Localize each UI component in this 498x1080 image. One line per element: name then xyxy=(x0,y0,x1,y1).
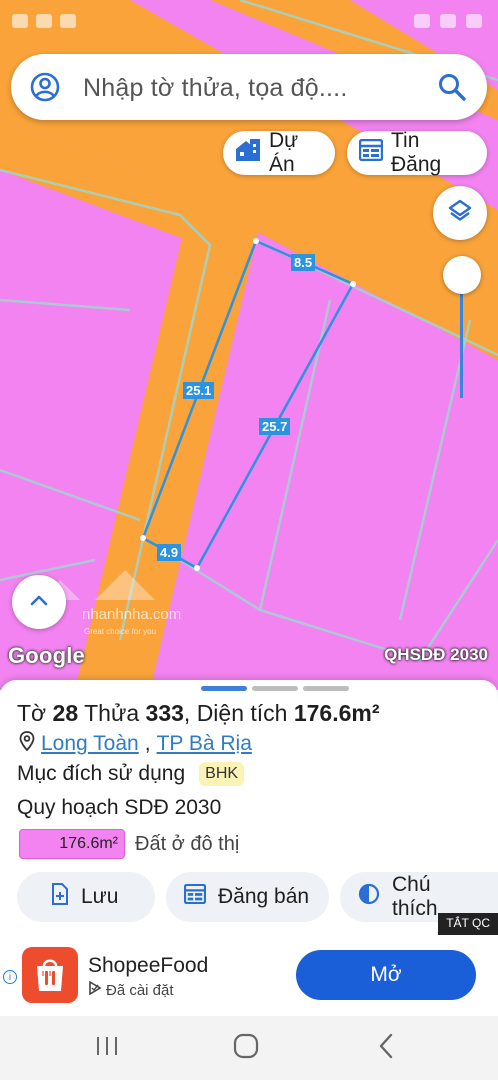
ward-link[interactable]: Long Toàn xyxy=(41,732,139,756)
edge-label-top: 8.5 xyxy=(291,254,316,271)
pager-dot-2[interactable] xyxy=(252,686,298,691)
ad-info-icon[interactable]: i xyxy=(3,970,17,984)
search-bar[interactable]: Nhập tờ thửa, tọa độ.... xyxy=(11,54,487,120)
shopeefood-logo xyxy=(22,947,78,1003)
installed-icon xyxy=(88,980,102,999)
back-icon xyxy=(377,1033,395,1064)
purpose-label: Mục đích sử dụng xyxy=(17,762,186,785)
parcel-title: Tờ 28 Thửa 333, Diện tích 176.6m² xyxy=(17,700,380,726)
google-logo: Google xyxy=(8,643,85,668)
notification-icon xyxy=(12,14,28,28)
recent-apps-icon xyxy=(95,1035,119,1062)
plan-label: Quy hoạch SDĐ 2030 xyxy=(17,796,222,819)
telegram-icon xyxy=(60,14,76,28)
parcel-info-sheet: Tờ 28 Thửa 333, Diện tích 176.6m² Long T… xyxy=(0,680,498,940)
watermark-text: nhanhnha.com xyxy=(82,606,181,623)
add-file-icon xyxy=(51,883,69,911)
area-chip: 176.6m² xyxy=(19,829,125,859)
account-icon[interactable] xyxy=(29,71,61,108)
tin-dang-label: Tin Đăng xyxy=(391,129,442,176)
back-button[interactable] xyxy=(346,1016,426,1080)
area-description: Đất ở đô thị xyxy=(135,832,240,855)
expand-sheet-button[interactable] xyxy=(12,575,66,629)
search-icon[interactable] xyxy=(437,72,467,107)
map-layer-label: QHSDĐ 2030 xyxy=(384,645,488,664)
listing-icon xyxy=(358,138,384,167)
status-bar xyxy=(0,0,498,48)
purpose-row: Mục đích sử dụng BHK xyxy=(17,762,245,786)
post-sale-label: Đăng bán xyxy=(218,885,310,908)
post-sale-button[interactable]: Đăng bán xyxy=(166,872,329,922)
pager-dot-1[interactable] xyxy=(201,686,247,691)
location-pin-icon xyxy=(19,731,35,757)
close-ad-button[interactable]: TẮT QC xyxy=(438,913,498,935)
watermark-tag: Great choice for you xyxy=(84,627,156,636)
contrast-icon xyxy=(358,883,380,911)
du-an-label: Dự Án xyxy=(269,129,299,176)
area-row: 176.6m² Đất ở đô thị xyxy=(19,829,239,859)
save-button[interactable]: Lưu xyxy=(17,872,155,922)
listing-icon xyxy=(183,883,207,910)
ad-open-button[interactable]: Mở xyxy=(296,950,476,1000)
chevron-up-icon xyxy=(29,593,49,612)
location-icon xyxy=(414,14,430,28)
du-an-chip[interactable]: Dự Án xyxy=(223,129,335,176)
city-link[interactable]: TP Bà Rịa xyxy=(157,732,252,756)
purpose-code-badge: BHK xyxy=(199,762,245,786)
layers-icon xyxy=(447,198,473,229)
edge-label-left: 25.1 xyxy=(183,382,215,399)
edge-label-bottom: 4.9 xyxy=(157,544,182,561)
opacity-slider-knob[interactable] xyxy=(443,256,481,294)
recent-apps-button[interactable] xyxy=(67,1016,147,1080)
save-label: Lưu xyxy=(81,885,119,908)
battery-icon xyxy=(466,14,482,28)
wifi-icon xyxy=(440,14,456,28)
tin-dang-chip[interactable]: Tin Đăng xyxy=(347,129,487,176)
pager-dot-3[interactable] xyxy=(303,686,349,691)
building-icon xyxy=(235,138,261,168)
home-icon xyxy=(233,1033,259,1064)
sheet-pager[interactable] xyxy=(201,686,349,691)
ad-install-status: Đã cài đặt xyxy=(88,980,174,999)
home-button[interactable] xyxy=(206,1016,286,1080)
layers-button[interactable] xyxy=(433,186,487,240)
search-input[interactable]: Nhập tờ thửa, tọa độ.... xyxy=(83,74,347,103)
edge-label-right: 25.7 xyxy=(259,418,291,435)
youtube-icon xyxy=(36,14,52,28)
opacity-slider-track[interactable] xyxy=(460,280,463,398)
ad-app-name: ShopeeFood xyxy=(88,954,209,977)
parcel-location: Long Toàn, TP Bà Rịa xyxy=(19,731,252,757)
